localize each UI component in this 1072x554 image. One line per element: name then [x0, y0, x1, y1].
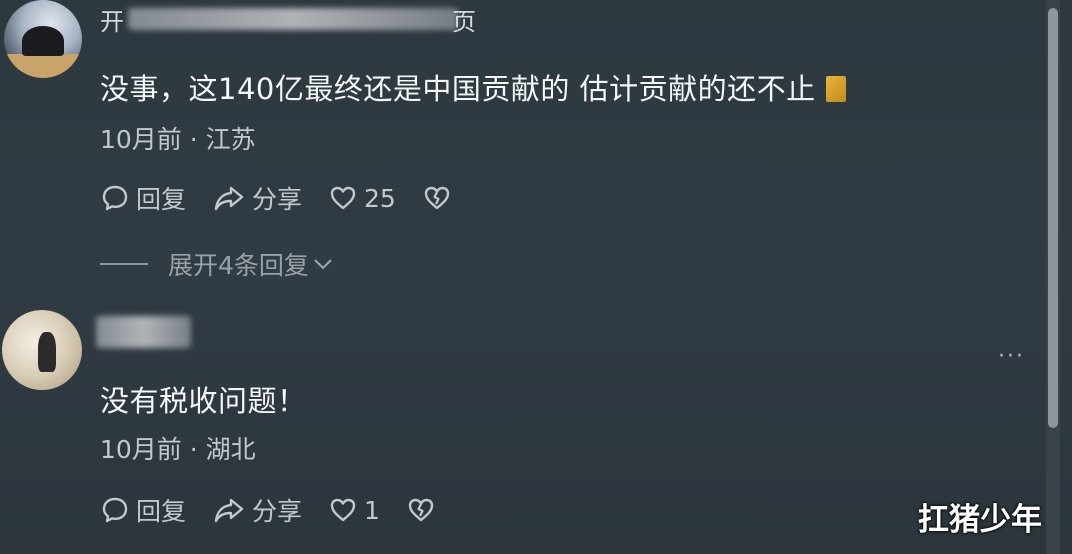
like-button[interactable]: 1: [328, 495, 380, 525]
comment-text: 没有税收问题！: [100, 384, 307, 418]
share-button[interactable]: 分享: [212, 180, 302, 216]
comment-body: 没事，这140亿最终还是中国贡献的 估计贡献的还不止: [100, 72, 816, 106]
comment-text: 没事，这140亿最终还是中国贡献的 估计贡献的还不止: [100, 66, 846, 108]
comment-actions: 回复 分享 1: [100, 492, 468, 528]
username-fragment: 开: [100, 8, 124, 36]
share-icon: [214, 186, 244, 211]
avatar[interactable]: [2, 310, 82, 390]
blurred-username: [128, 8, 458, 30]
chevron-down-icon: [314, 259, 332, 270]
expand-label: 展开4条回复: [168, 251, 309, 280]
like-count: 1: [364, 495, 380, 525]
comment-bubble-icon: [102, 185, 128, 211]
avatar[interactable]: [4, 0, 82, 78]
comment-meta: 10月前 · 湖北: [100, 430, 256, 466]
share-label: 分享: [252, 497, 303, 526]
expand-line: [100, 263, 148, 265]
dislike-button[interactable]: [406, 495, 442, 525]
share-icon: [214, 498, 244, 523]
comment-actions: 回复 分享 25: [100, 180, 484, 216]
share-label: 分享: [252, 185, 303, 214]
broken-heart-icon: [408, 498, 434, 522]
gold-emoji-icon: [825, 76, 846, 102]
username-tail-fragment: 页: [452, 8, 476, 36]
meta-separator: ·: [181, 435, 206, 464]
reply-button[interactable]: 回复: [100, 180, 186, 216]
avatar-ground: [4, 54, 82, 78]
comment-time: 10月前: [100, 125, 182, 154]
comment-location: 江苏: [205, 125, 256, 154]
expand-replies-button[interactable]: 展开4条回复: [100, 246, 335, 282]
like-count: 25: [364, 183, 396, 213]
more-options-icon[interactable]: ···: [998, 344, 1025, 369]
heart-icon: [330, 186, 356, 210]
dislike-button[interactable]: [422, 183, 458, 213]
comment-location: 湖北: [205, 435, 256, 464]
meta-separator: ·: [181, 125, 206, 154]
broken-heart-icon: [424, 186, 450, 210]
avatar-silhouette: [22, 26, 64, 56]
reply-button[interactable]: 回复: [100, 492, 186, 528]
share-button[interactable]: 分享: [212, 492, 302, 528]
reply-label: 回复: [136, 497, 187, 526]
blurred-username: [96, 316, 191, 348]
watermark: 扛猪少年: [918, 502, 1042, 538]
heart-icon: [330, 498, 356, 522]
comment-time: 10月前: [100, 435, 182, 464]
comment-bubble-icon: [102, 497, 128, 523]
scrollbar-thumb[interactable]: [1048, 8, 1058, 428]
reply-label: 回复: [136, 185, 187, 214]
comment-screen: 开 页 没事，这140亿最终还是中国贡献的 估计贡献的还不止 10月前 · 江苏…: [0, 0, 1072, 554]
like-button[interactable]: 25: [328, 183, 396, 213]
avatar-figure: [38, 332, 56, 372]
comment-meta: 10月前 · 江苏: [100, 120, 256, 156]
